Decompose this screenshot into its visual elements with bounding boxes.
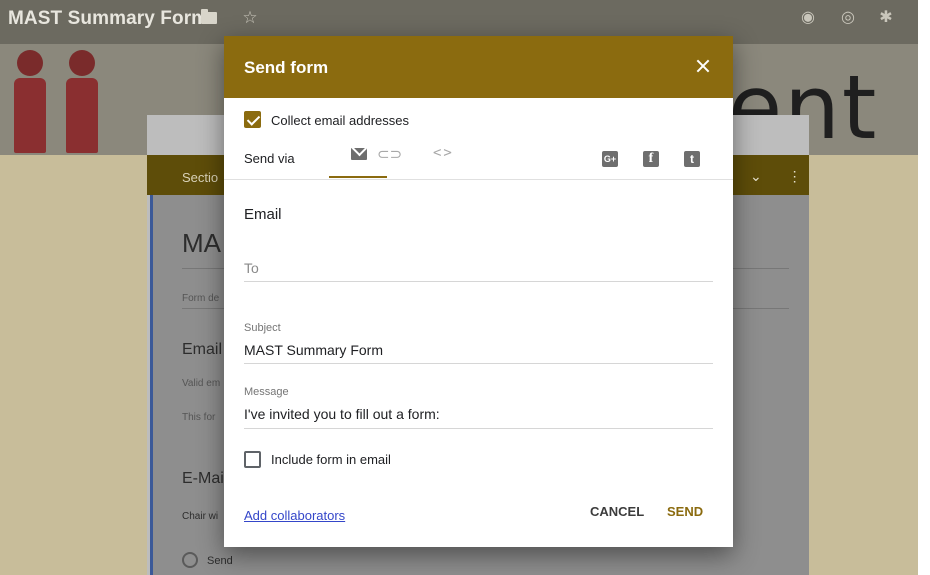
star-icon[interactable]: ☆ xyxy=(240,8,260,28)
send-button[interactable]: SEND xyxy=(667,504,703,519)
figure-graphic xyxy=(12,44,48,155)
section-controls[interactable]: ⌄ ⋮ xyxy=(750,168,802,185)
window-edge xyxy=(918,0,930,575)
collect-email-label: Collect email addresses xyxy=(271,113,410,128)
section-label: Sectio xyxy=(182,170,219,185)
gear-icon[interactable]: ✱ xyxy=(876,8,896,28)
question-note: This for xyxy=(182,412,216,423)
tabs-divider xyxy=(224,179,733,180)
to-input[interactable] xyxy=(244,260,713,276)
form-description: Form de xyxy=(182,293,220,304)
message-input[interactable] xyxy=(244,406,713,422)
question-hint: Valid em xyxy=(182,378,221,389)
add-collaborators-link[interactable]: Add collaborators xyxy=(244,508,345,523)
figure-graphic xyxy=(64,44,100,155)
message-label: Message xyxy=(244,386,289,398)
palette-icon[interactable]: ◉ xyxy=(798,8,818,28)
embed-icon: <> xyxy=(433,145,454,161)
close-icon[interactable] xyxy=(693,56,713,76)
eye-icon[interactable]: ◎ xyxy=(838,8,858,28)
send-via-label: Send via xyxy=(244,151,295,166)
collect-email-checkbox[interactable] xyxy=(244,111,261,128)
folder-icon[interactable] xyxy=(199,8,219,28)
question-title: Email xyxy=(182,341,223,358)
dialog-title: Send form xyxy=(244,58,329,77)
cancel-button[interactable]: CANCEL xyxy=(590,504,644,519)
subject-input[interactable] xyxy=(244,342,713,358)
send-form-dialog: Send form Collect email addresses Send v… xyxy=(224,36,733,547)
more-icon[interactable]: ⋮ xyxy=(788,168,802,184)
tab-link[interactable]: ⊂⊃ xyxy=(357,140,415,178)
question-description: Chair wi xyxy=(182,511,219,522)
subject-label: Subject xyxy=(244,322,281,334)
include-form-label: Include form in email xyxy=(271,452,391,467)
question-title: E-Mai xyxy=(182,470,224,487)
include-form-checkbox[interactable] xyxy=(244,451,261,468)
dialog-header: Send form xyxy=(224,36,733,98)
form-heading: MA xyxy=(182,228,221,258)
to-field[interactable] xyxy=(244,260,713,282)
collapse-icon[interactable]: ⌄ xyxy=(750,168,762,184)
google-plus-icon[interactable]: G+ xyxy=(602,151,618,167)
link-icon: ⊂⊃ xyxy=(377,145,403,163)
option-label: Send xyxy=(207,555,233,567)
message-field[interactable] xyxy=(244,406,713,429)
twitter-icon[interactable]: t xyxy=(684,151,700,167)
tab-embed[interactable]: <> xyxy=(415,140,473,178)
radio-option xyxy=(182,552,198,568)
subject-field[interactable] xyxy=(244,342,713,364)
facebook-icon[interactable]: f xyxy=(643,151,659,167)
email-section-title: Email xyxy=(244,206,282,223)
form-title-label[interactable]: MAST Summary Form xyxy=(8,8,208,30)
